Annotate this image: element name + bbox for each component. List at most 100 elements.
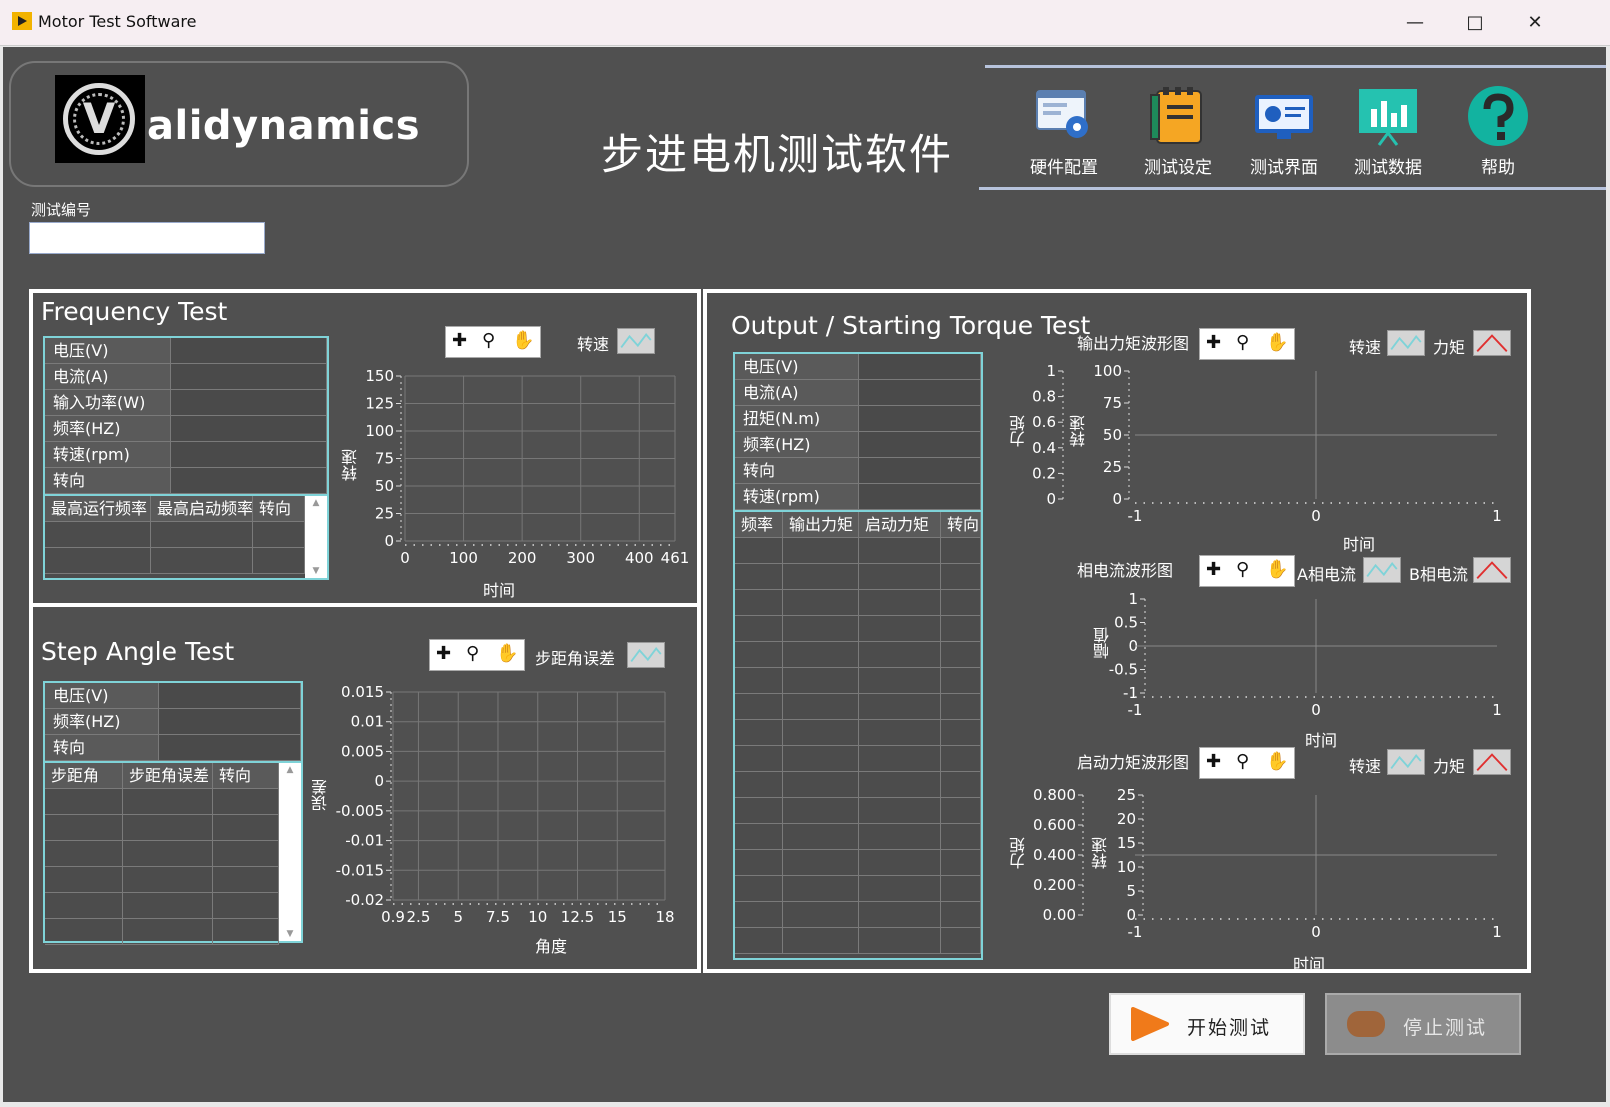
step-graph-tools[interactable]: ✚ ⚲ ✋	[429, 639, 525, 671]
table-cell[interactable]	[735, 746, 783, 771]
table-cell[interactable]	[783, 902, 859, 927]
table-cell[interactable]	[859, 824, 941, 849]
table-cell[interactable]	[783, 590, 859, 615]
table-cell[interactable]	[45, 548, 151, 573]
table-cell[interactable]	[859, 902, 941, 927]
table-cell[interactable]	[735, 876, 783, 901]
table-cell[interactable]	[859, 616, 941, 641]
table-cell[interactable]	[253, 548, 305, 573]
table-cell[interactable]	[941, 564, 981, 589]
scroll-down-arrow[interactable]: ▼	[305, 566, 327, 576]
table-cell[interactable]	[941, 616, 981, 641]
table-cell[interactable]	[941, 694, 981, 719]
table-cell[interactable]	[859, 668, 941, 693]
table-cell[interactable]	[735, 538, 783, 563]
pan-hand-icon[interactable]: ✋	[496, 643, 518, 664]
table-cell[interactable]	[859, 876, 941, 901]
table-row[interactable]	[45, 867, 279, 893]
table-row[interactable]	[735, 668, 981, 694]
table-cell[interactable]	[45, 522, 151, 547]
table-cell[interactable]	[941, 876, 981, 901]
table-cell[interactable]	[859, 590, 941, 615]
start-test-button[interactable]: 开始测试	[1109, 993, 1305, 1055]
param-value[interactable]	[171, 338, 327, 363]
pan-hand-icon[interactable]: ✋	[1266, 559, 1288, 580]
table-cell[interactable]	[859, 642, 941, 667]
table-cell[interactable]	[45, 815, 123, 840]
step-result-table[interactable]: 步距角 步距角误差 转向 ▲ ▼	[43, 761, 303, 945]
table-cell[interactable]	[123, 867, 213, 892]
param-value[interactable]	[171, 416, 327, 441]
param-value[interactable]	[859, 484, 981, 509]
crosshair-icon[interactable]: ✚	[436, 643, 451, 664]
table-cell[interactable]	[859, 928, 941, 953]
table-cell[interactable]	[735, 902, 783, 927]
param-value[interactable]	[171, 390, 327, 415]
table-cell[interactable]	[783, 564, 859, 589]
table-cell[interactable]	[783, 668, 859, 693]
table-row[interactable]	[735, 564, 981, 590]
param-value[interactable]	[859, 406, 981, 431]
table-cell[interactable]	[253, 522, 305, 547]
table-cell[interactable]	[941, 720, 981, 745]
table-row[interactable]	[735, 928, 981, 954]
zoom-icon[interactable]: ⚲	[1236, 559, 1249, 580]
param-value[interactable]	[159, 735, 301, 760]
table-cell[interactable]	[941, 824, 981, 849]
step-legend-swatch[interactable]	[627, 642, 665, 668]
scroll-down-arrow[interactable]: ▼	[279, 929, 301, 939]
table-cell[interactable]	[735, 694, 783, 719]
pan-hand-icon[interactable]: ✋	[512, 330, 534, 351]
table-cell[interactable]	[213, 815, 279, 840]
table-cell[interactable]	[859, 772, 941, 797]
table-cell[interactable]	[735, 928, 783, 953]
table-cell[interactable]	[735, 616, 783, 641]
table-cell[interactable]	[783, 538, 859, 563]
start-legend-a-swatch[interactable]	[1387, 749, 1425, 775]
param-value[interactable]	[859, 458, 981, 483]
table-row[interactable]	[45, 815, 279, 841]
table-cell[interactable]	[735, 642, 783, 667]
table-row[interactable]	[735, 798, 981, 824]
table-cell[interactable]	[213, 789, 279, 814]
table-cell[interactable]	[941, 798, 981, 823]
table-cell[interactable]	[213, 867, 279, 892]
table-cell[interactable]	[123, 893, 213, 918]
table-row[interactable]	[45, 919, 279, 945]
frequency-result-table[interactable]: 最高运行频率 最高启动频率 转向 ▲ ▼	[43, 494, 329, 580]
param-value[interactable]	[159, 683, 301, 708]
table-row[interactable]	[735, 824, 981, 850]
table-cell[interactable]	[941, 928, 981, 953]
pan-hand-icon[interactable]: ✋	[1266, 751, 1288, 772]
crosshair-icon[interactable]: ✚	[452, 330, 467, 351]
table-cell[interactable]	[45, 841, 123, 866]
table-row[interactable]	[45, 522, 305, 548]
zoom-icon[interactable]: ⚲	[1236, 332, 1249, 353]
param-value[interactable]	[171, 364, 327, 389]
table-cell[interactable]	[735, 720, 783, 745]
table-cell[interactable]	[859, 850, 941, 875]
table-cell[interactable]	[859, 538, 941, 563]
table-row[interactable]	[45, 548, 305, 574]
table-row[interactable]	[735, 538, 981, 564]
table-cell[interactable]	[783, 616, 859, 641]
zoom-icon[interactable]: ⚲	[482, 330, 495, 351]
output-legend-b-swatch[interactable]	[1473, 330, 1511, 356]
table-cell[interactable]	[213, 841, 279, 866]
table-row[interactable]	[735, 772, 981, 798]
table-cell[interactable]	[941, 642, 981, 667]
minimize-button[interactable]: —	[1392, 6, 1438, 40]
table-cell[interactable]	[151, 548, 253, 573]
table-cell[interactable]	[45, 867, 123, 892]
table-row[interactable]	[45, 841, 279, 867]
param-value[interactable]	[859, 380, 981, 405]
table-cell[interactable]	[735, 850, 783, 875]
table-cell[interactable]	[941, 772, 981, 797]
table-cell[interactable]	[735, 824, 783, 849]
table-cell[interactable]	[123, 841, 213, 866]
table-cell[interactable]	[859, 694, 941, 719]
table-row[interactable]	[45, 789, 279, 815]
table-cell[interactable]	[941, 590, 981, 615]
table-row[interactable]	[735, 876, 981, 902]
table-cell[interactable]	[45, 789, 123, 814]
